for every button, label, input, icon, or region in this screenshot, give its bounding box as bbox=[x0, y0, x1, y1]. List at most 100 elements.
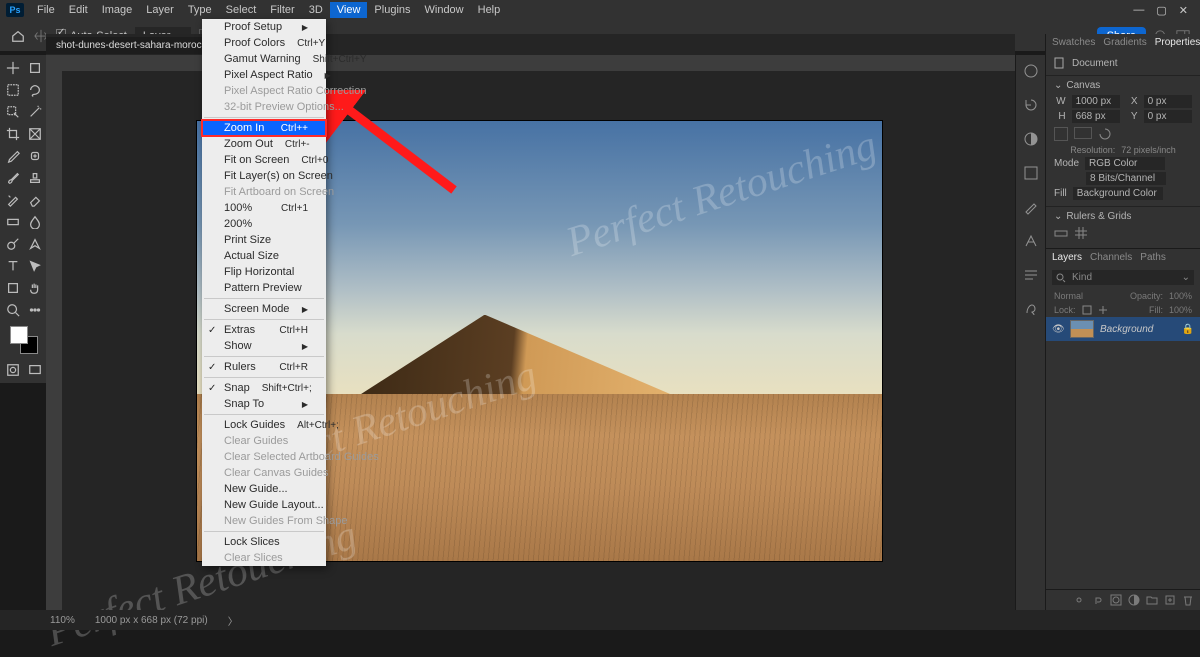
object-select-tool[interactable] bbox=[3, 102, 23, 122]
orientation-portrait[interactable] bbox=[1054, 127, 1068, 141]
view-menu-new-guide-[interactable]: New Guide... bbox=[202, 481, 326, 497]
x-input[interactable]: 0 px bbox=[1144, 95, 1192, 108]
magic-wand-tool[interactable] bbox=[25, 102, 45, 122]
view-menu-snap-to[interactable]: Snap To▶ bbox=[202, 396, 326, 412]
grid-icon[interactable] bbox=[1074, 226, 1088, 240]
view-menu-proof-setup[interactable]: Proof Setup▶ bbox=[202, 19, 326, 35]
path-select-tool[interactable] bbox=[25, 256, 45, 276]
menu-help[interactable]: Help bbox=[471, 2, 508, 18]
view-menu-zoom-out[interactable]: Zoom OutCtrl+- bbox=[202, 136, 326, 152]
blend-mode-dropdown[interactable]: Normal bbox=[1054, 291, 1083, 301]
lock-icon[interactable]: 🔒 bbox=[1182, 324, 1194, 335]
delete-layer-icon[interactable] bbox=[1182, 594, 1194, 606]
frame-tool[interactable] bbox=[25, 124, 45, 144]
y-input[interactable]: 0 px bbox=[1144, 110, 1192, 123]
window-minimize-icon[interactable]: — bbox=[1133, 4, 1144, 17]
orientation-landscape[interactable] bbox=[1074, 127, 1092, 139]
menu-type[interactable]: Type bbox=[181, 2, 219, 18]
move-tool[interactable] bbox=[3, 58, 23, 78]
tab-channels[interactable]: Channels bbox=[1090, 252, 1132, 263]
gradient-tool[interactable] bbox=[3, 212, 23, 232]
ruler-horizontal[interactable] bbox=[46, 55, 1015, 71]
lock-pixels-icon[interactable] bbox=[1082, 305, 1092, 315]
history-panel-icon[interactable] bbox=[1023, 97, 1039, 113]
paragraph-panel-icon[interactable] bbox=[1023, 267, 1039, 283]
hand-tool[interactable] bbox=[25, 278, 45, 298]
eraser-tool[interactable] bbox=[25, 190, 45, 210]
shape-tool[interactable] bbox=[3, 278, 23, 298]
view-menu-extras[interactable]: ✓ExtrasCtrl+H bbox=[202, 322, 326, 338]
stamp-tool[interactable] bbox=[25, 168, 45, 188]
heal-tool[interactable] bbox=[25, 146, 45, 166]
color-swatches[interactable] bbox=[3, 322, 45, 358]
new-layer-icon[interactable] bbox=[1164, 594, 1176, 606]
height-input[interactable]: 668 px bbox=[1072, 110, 1120, 123]
tab-gradients[interactable]: Gradients bbox=[1103, 37, 1146, 48]
color-mode-dropdown[interactable]: RGB Color bbox=[1085, 157, 1165, 170]
ruler-vertical[interactable] bbox=[46, 71, 62, 610]
window-close-icon[interactable]: ✕ bbox=[1179, 4, 1188, 17]
crop-tool[interactable] bbox=[3, 124, 23, 144]
rotate-icon[interactable] bbox=[1098, 127, 1112, 141]
view-menu-200-[interactable]: 200% bbox=[202, 216, 326, 232]
menu-filter[interactable]: Filter bbox=[263, 2, 301, 18]
zoom-tool[interactable] bbox=[3, 300, 23, 320]
menu-plugins[interactable]: Plugins bbox=[367, 2, 417, 18]
group-icon[interactable] bbox=[1146, 594, 1158, 606]
lasso-tool[interactable] bbox=[25, 80, 45, 100]
layer-thumbnail[interactable] bbox=[1070, 320, 1094, 338]
glyphs-panel-icon[interactable] bbox=[1023, 301, 1039, 317]
opacity-value[interactable]: 100% bbox=[1169, 291, 1192, 301]
layer-filter[interactable]: Kind ⌄ bbox=[1052, 270, 1194, 285]
edit-toolbar[interactable] bbox=[25, 300, 45, 320]
menu-select[interactable]: Select bbox=[219, 2, 264, 18]
view-menu-new-guide-layout-[interactable]: New Guide Layout... bbox=[202, 497, 326, 513]
visibility-toggle-icon[interactable]: 👁 bbox=[1052, 324, 1064, 335]
brush-panel-icon[interactable] bbox=[1023, 199, 1039, 215]
view-menu-gamut-warning[interactable]: Gamut WarningShift+Ctrl+Y bbox=[202, 51, 326, 67]
fill-opacity-value[interactable]: 100% bbox=[1169, 305, 1192, 315]
view-menu-pattern-preview[interactable]: Pattern Preview bbox=[202, 280, 326, 296]
canvas-section-header[interactable]: Canvas bbox=[1054, 80, 1192, 91]
view-menu-lock-slices[interactable]: Lock Slices bbox=[202, 534, 326, 550]
character-panel-icon[interactable] bbox=[1023, 233, 1039, 249]
lock-position-icon[interactable] bbox=[1098, 305, 1108, 315]
screen-mode-toggle[interactable] bbox=[25, 360, 45, 380]
brush-tool[interactable] bbox=[3, 168, 23, 188]
layer-mask-icon[interactable] bbox=[1110, 594, 1122, 606]
marquee-tool[interactable] bbox=[3, 80, 23, 100]
view-menu-zoom-in[interactable]: Zoom InCtrl++ bbox=[202, 120, 326, 136]
view-menu-actual-size[interactable]: Actual Size bbox=[202, 248, 326, 264]
fg-color[interactable] bbox=[10, 326, 28, 344]
menu-view[interactable]: View bbox=[330, 2, 368, 18]
menu-file[interactable]: File bbox=[30, 2, 62, 18]
rulers-section-header[interactable]: Rulers & Grids bbox=[1054, 211, 1192, 222]
layer-row[interactable]: 👁 Background 🔒 bbox=[1046, 317, 1200, 341]
document-dimensions[interactable]: 1000 px x 668 px (72 ppi) bbox=[95, 615, 208, 626]
view-menu-flip-horizontal[interactable]: Flip Horizontal bbox=[202, 264, 326, 280]
tab-paths[interactable]: Paths bbox=[1140, 252, 1166, 263]
menu-image[interactable]: Image bbox=[95, 2, 140, 18]
window-maximize-icon[interactable]: ▢ bbox=[1156, 4, 1166, 17]
link-layers-icon[interactable] bbox=[1074, 594, 1086, 606]
menu-3d[interactable]: 3D bbox=[302, 2, 330, 18]
fill-dropdown[interactable]: Background Color bbox=[1073, 187, 1163, 200]
view-menu-proof-colors[interactable]: Proof ColorsCtrl+Y bbox=[202, 35, 326, 51]
width-input[interactable]: 1000 px bbox=[1072, 95, 1120, 108]
view-menu-100-[interactable]: 100%Ctrl+1 bbox=[202, 200, 326, 216]
tab-properties[interactable]: Properties bbox=[1155, 37, 1200, 48]
view-menu-lock-guides[interactable]: Lock GuidesAlt+Ctrl+; bbox=[202, 417, 326, 433]
pen-tool[interactable] bbox=[25, 234, 45, 254]
history-brush-tool[interactable] bbox=[3, 190, 23, 210]
view-menu-show[interactable]: Show▶ bbox=[202, 338, 326, 354]
home-icon[interactable] bbox=[10, 29, 26, 43]
view-menu-screen-mode[interactable]: Screen Mode▶ bbox=[202, 301, 326, 317]
view-menu-print-size[interactable]: Print Size bbox=[202, 232, 326, 248]
layer-style-icon[interactable] bbox=[1092, 594, 1104, 606]
tab-swatches[interactable]: Swatches bbox=[1052, 37, 1095, 48]
quick-mask-toggle[interactable] bbox=[3, 360, 23, 380]
blur-tool[interactable] bbox=[25, 212, 45, 232]
zoom-level[interactable]: 110% bbox=[50, 615, 75, 626]
type-tool[interactable] bbox=[3, 256, 23, 276]
eyedropper-tool[interactable] bbox=[3, 146, 23, 166]
